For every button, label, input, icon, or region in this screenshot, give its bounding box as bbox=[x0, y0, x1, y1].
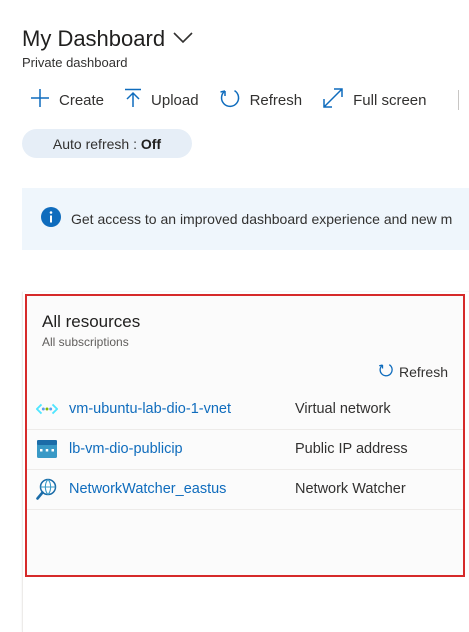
auto-refresh-toggle[interactable]: Auto refresh : Off bbox=[22, 129, 192, 158]
info-icon bbox=[41, 206, 61, 232]
tile-subtitle: All subscriptions bbox=[42, 335, 129, 349]
auto-refresh-label: Auto refresh : bbox=[52, 135, 137, 152]
resource-link[interactable]: NetworkWatcher_eastus bbox=[69, 481, 226, 497]
resource-link[interactable]: vm-ubuntu-lab-dio-1-vnet bbox=[69, 401, 231, 417]
virtual-network-icon bbox=[36, 399, 58, 419]
network-watcher-icon bbox=[36, 478, 58, 500]
expand-icon bbox=[322, 87, 353, 113]
create-button[interactable]: Create bbox=[30, 88, 104, 112]
resource-link[interactable]: lb-vm-dio-publicip bbox=[69, 441, 183, 457]
refresh-button[interactable]: Refresh bbox=[219, 87, 303, 113]
info-banner: Get access to an improved dashboard expe… bbox=[22, 188, 469, 250]
full-screen-button[interactable]: Full screen bbox=[322, 87, 426, 113]
command-bar: Create Upload Refresh Full screen bbox=[30, 86, 446, 114]
resource-row: NetworkWatcher_eastus Network Watcher bbox=[27, 469, 463, 510]
plus-icon bbox=[30, 88, 59, 112]
toolbar-divider bbox=[458, 90, 459, 110]
dashboard-title-row[interactable]: My Dashboard bbox=[22, 26, 193, 52]
tile-refresh-button[interactable]: Refresh bbox=[378, 362, 448, 381]
page-subtitle: Private dashboard bbox=[22, 55, 128, 70]
upload-icon bbox=[124, 88, 151, 112]
tile-title: All resources bbox=[42, 312, 141, 331]
upload-label: Upload bbox=[151, 91, 199, 109]
banner-text: Get access to an improved dashboard expe… bbox=[71, 211, 453, 227]
resource-row: vm-ubuntu-lab-dio-1-vnet Virtual network bbox=[27, 389, 463, 430]
resource-type: Virtual network bbox=[295, 401, 391, 417]
refresh-icon bbox=[378, 362, 399, 381]
chevron-down-icon[interactable] bbox=[173, 31, 193, 49]
resource-row: lb-vm-dio-publicip Public IP address bbox=[27, 429, 463, 470]
resource-type: Public IP address bbox=[295, 441, 408, 457]
refresh-icon bbox=[219, 87, 250, 113]
page-title: My Dashboard bbox=[22, 26, 166, 51]
public-ip-icon bbox=[36, 439, 58, 459]
full-screen-label: Full screen bbox=[353, 91, 427, 109]
auto-refresh-value: Off bbox=[140, 135, 162, 152]
upload-button[interactable]: Upload bbox=[124, 88, 199, 112]
all-resources-tile[interactable]: All resources All subscriptions Refresh … bbox=[25, 294, 465, 577]
create-label: Create bbox=[59, 91, 105, 109]
resource-type: Network Watcher bbox=[295, 481, 406, 497]
tile-refresh-label: Refresh bbox=[398, 363, 448, 380]
refresh-label: Refresh bbox=[249, 91, 303, 109]
